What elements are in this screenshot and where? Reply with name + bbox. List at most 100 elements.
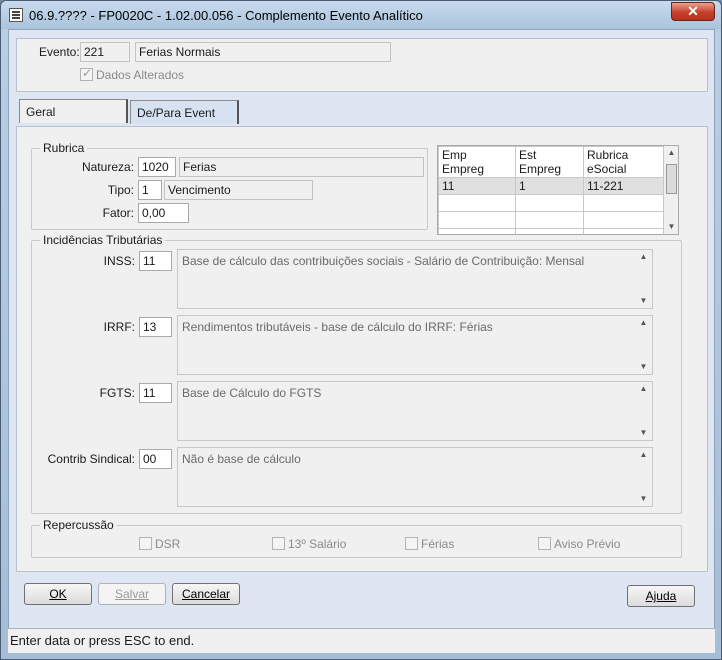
status-text: Enter data or press ESC to end. [10, 633, 195, 648]
inss-desc-text: Base de cálculo das contribuições sociai… [182, 254, 585, 268]
irrf-desc-scrollbar[interactable]: ▲ ▼ [635, 316, 652, 374]
decimo-terceiro-label: 13º Salário [288, 537, 347, 551]
status-bar: Enter data or press ESC to end. [8, 628, 715, 653]
evento-label: Evento: [39, 45, 80, 59]
grid-cell[interactable] [583, 194, 664, 212]
grid-cell[interactable]: 11-221 [583, 177, 664, 195]
aviso-previo-label: Aviso Prévio [554, 537, 621, 551]
irrf-input[interactable]: 13 [139, 317, 172, 337]
ajuda-button[interactable]: Ajuda [627, 585, 695, 607]
fgts-desc-textarea[interactable]: Base de Cálculo do FGTS ▲ ▼ [177, 381, 653, 441]
grid-cell[interactable] [515, 194, 584, 212]
grid-cell[interactable]: 11 [438, 177, 516, 195]
table-row[interactable] [438, 228, 664, 234]
scroll-up-icon[interactable]: ▲ [664, 146, 678, 160]
rubrica-group: Rubrica Natureza: 1020 Ferias Tipo: 1 Ve… [31, 141, 428, 230]
grid-table: Emp Empreg Est Empreg Rubrica eSocial 11… [438, 146, 664, 234]
ok-button-label: OK [49, 587, 67, 601]
grid-cell[interactable] [438, 228, 516, 234]
incidencias-title: Incidências Tributárias [40, 233, 166, 247]
grid-cell[interactable] [515, 211, 584, 229]
contrib-sindical-desc-textarea[interactable]: Não é base de cálculo ▲ ▼ [177, 447, 653, 507]
inss-input[interactable]: 11 [139, 251, 172, 271]
rubrica-title: Rubrica [40, 141, 88, 155]
scroll-up-icon[interactable]: ▲ [635, 382, 652, 396]
tipo-label: Tipo: [107, 183, 134, 197]
tab-de-para-event[interactable]: De/Para Event [130, 100, 239, 124]
table-row[interactable] [438, 194, 664, 212]
grid-cell[interactable] [583, 228, 664, 234]
grid-header-est-empreg[interactable]: Est Empreg [515, 146, 584, 178]
irrf-desc-textarea[interactable]: Rendimentos tributáveis - base de cálcul… [177, 315, 653, 375]
tab-geral[interactable]: Geral [19, 99, 128, 123]
title-bar[interactable]: 06.9.???? - FP0020C - 1.02.00.056 - Comp… [1, 1, 721, 29]
application-window: 06.9.???? - FP0020C - 1.02.00.056 - Comp… [0, 0, 722, 660]
contrib-sindical-label: Contrib Sindical: [47, 452, 135, 466]
grid-header-rubrica-esocial[interactable]: Rubrica eSocial [583, 146, 664, 178]
table-row[interactable]: 11 1 11-221 [438, 177, 664, 195]
fgts-desc-scrollbar[interactable]: ▲ ▼ [635, 382, 652, 440]
table-row[interactable] [438, 211, 664, 229]
header-panel: Evento: 221 Ferias Normais Dados Alterad… [16, 38, 708, 92]
cancelar-button[interactable]: Cancelar [172, 583, 240, 605]
geral-tab-panel: Rubrica Natureza: 1020 Ferias Tipo: 1 Ve… [16, 126, 708, 572]
repercussao-title: Repercussão [40, 518, 117, 532]
tipo-desc-field[interactable]: Vencimento [164, 180, 313, 200]
incidencias-group: Incidências Tributárias INSS: 11 Base de… [31, 233, 682, 514]
contrib-sindical-input[interactable]: 00 [139, 449, 172, 469]
salvar-button[interactable]: Salvar [98, 583, 166, 605]
window-title: 06.9.???? - FP0020C - 1.02.00.056 - Comp… [29, 8, 423, 23]
aviso-previo-checkbox[interactable] [538, 537, 551, 550]
evento-code-field[interactable]: 221 [80, 42, 130, 62]
contrib-sindical-desc-scrollbar[interactable]: ▲ ▼ [635, 448, 652, 506]
close-button[interactable]: ✕ [671, 2, 715, 21]
grid-cell[interactable] [438, 211, 516, 229]
grid-cell[interactable] [515, 228, 584, 234]
app-icon [9, 8, 23, 22]
salvar-button-label: Salvar [114, 587, 149, 601]
scroll-down-icon[interactable]: ▼ [635, 360, 652, 374]
dsr-label: DSR [155, 537, 181, 551]
grid-cell[interactable]: 1 [515, 177, 584, 195]
scroll-down-icon[interactable]: ▼ [635, 294, 652, 308]
inss-desc-textarea[interactable]: Base de cálculo das contribuições sociai… [177, 249, 653, 309]
grid-cell[interactable] [438, 194, 516, 212]
client-area: Evento: 221 Ferias Normais Dados Alterad… [8, 29, 715, 653]
inss-label: INSS: [103, 254, 135, 268]
dsr-checkbox[interactable] [139, 537, 152, 550]
natureza-label: Natureza: [81, 160, 134, 174]
close-icon: ✕ [687, 3, 699, 19]
scroll-thumb[interactable] [666, 164, 677, 194]
grid-cell[interactable] [583, 211, 664, 229]
tipo-input[interactable]: 1 [138, 180, 162, 200]
dados-alterados-label: Dados Alterados [96, 68, 185, 82]
fator-input[interactable]: 0,00 [138, 203, 189, 223]
scroll-up-icon[interactable]: ▲ [635, 250, 652, 264]
ferias-label: Férias [421, 537, 455, 551]
ajuda-button-label: Ajuda [645, 589, 677, 603]
scroll-up-icon[interactable]: ▲ [635, 448, 652, 462]
scroll-down-icon[interactable]: ▼ [635, 492, 652, 506]
ok-button[interactable]: OK [24, 583, 92, 605]
dados-alterados-checkbox[interactable] [80, 66, 93, 81]
inss-desc-scrollbar[interactable]: ▲ ▼ [635, 250, 652, 308]
scroll-up-icon[interactable]: ▲ [635, 316, 652, 330]
cancelar-button-label: Cancelar [181, 587, 231, 601]
ferias-checkbox[interactable] [405, 537, 418, 550]
rubrica-esocial-grid[interactable]: Emp Empreg Est Empreg Rubrica eSocial 11… [437, 145, 679, 235]
fgts-input[interactable]: 11 [139, 383, 172, 403]
scroll-down-icon[interactable]: ▼ [635, 426, 652, 440]
fator-label: Fator: [102, 206, 134, 220]
natureza-desc-field[interactable]: Ferias [179, 157, 424, 177]
natureza-input[interactable]: 1020 [138, 157, 176, 177]
irrf-desc-text: Rendimentos tributáveis - base de cálcul… [182, 320, 493, 334]
fgts-label: FGTS: [99, 386, 135, 400]
grid-header-emp-empreg[interactable]: Emp Empreg [438, 146, 516, 178]
fgts-desc-text: Base de Cálculo do FGTS [182, 386, 322, 400]
irrf-label: IRRF: [103, 320, 135, 334]
scroll-down-icon[interactable]: ▼ [664, 220, 678, 234]
grid-scrollbar[interactable]: ▲ ▼ [663, 146, 678, 234]
repercussao-group: Repercussão DSR 13º Salário Férias Aviso… [31, 518, 682, 558]
evento-desc-field[interactable]: Ferias Normais [135, 42, 391, 62]
decimo-terceiro-checkbox[interactable] [272, 537, 285, 550]
